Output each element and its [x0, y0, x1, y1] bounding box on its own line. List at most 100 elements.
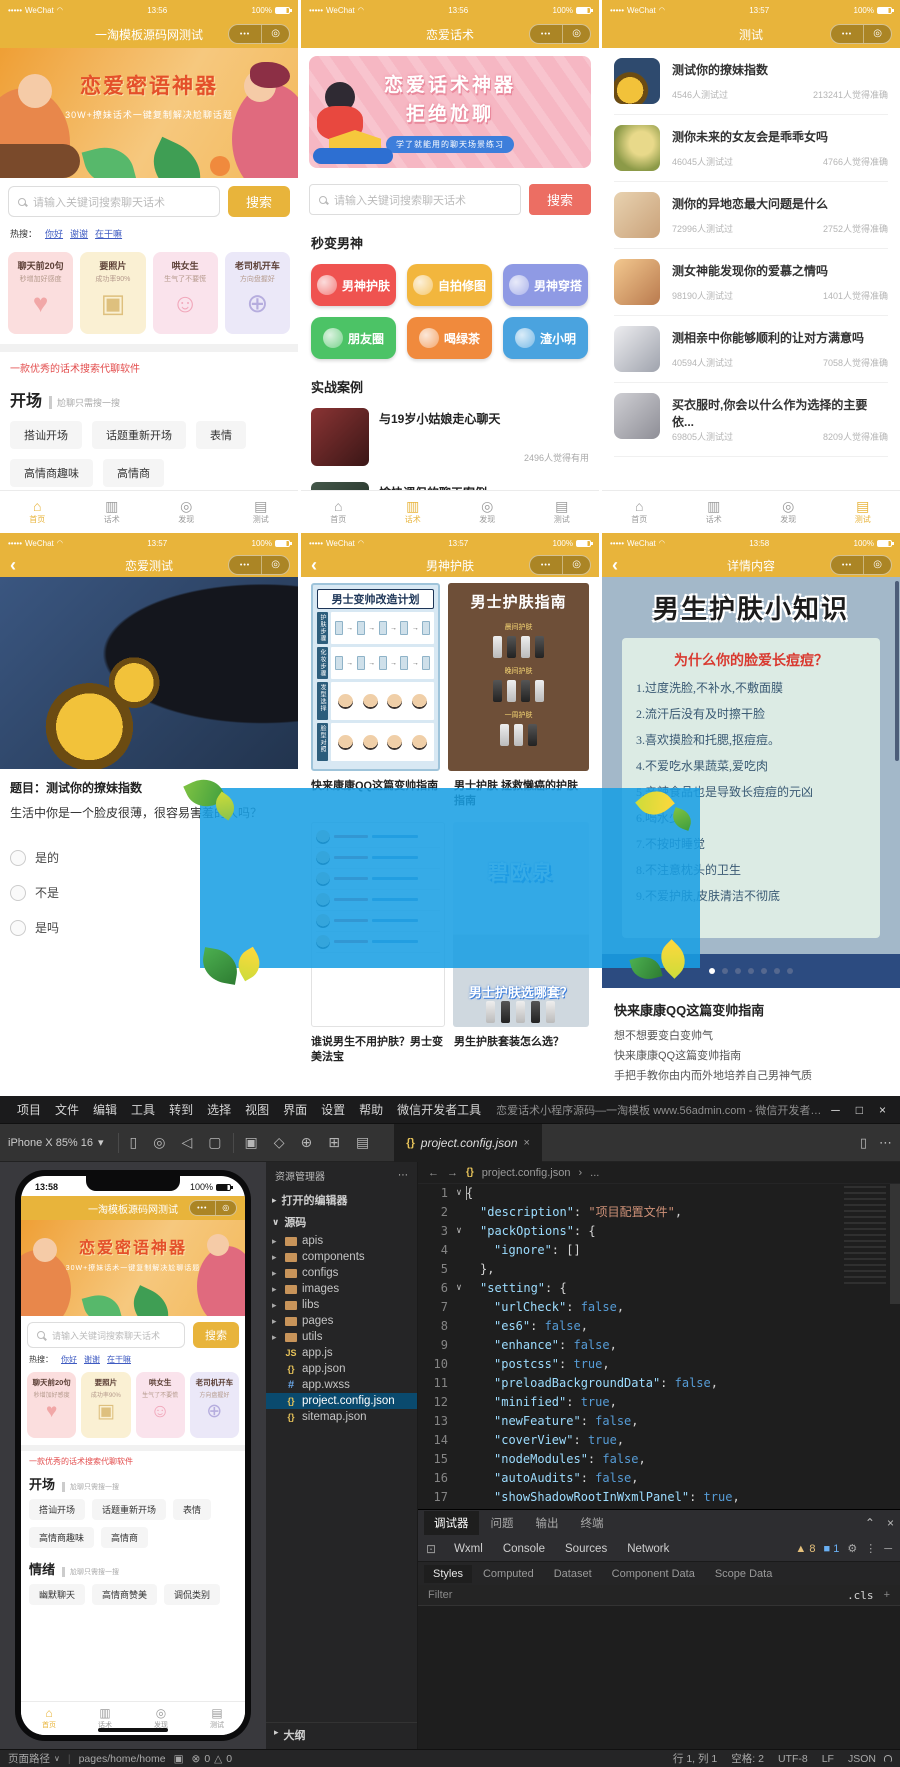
quick-action-button[interactable]: 男神穿搭: [503, 264, 588, 306]
file-tree-item[interactable]: {} sitemap.json: [266, 1409, 417, 1425]
more-icon[interactable]: •••: [190, 1205, 215, 1212]
hero-banner[interactable]: 恋爱密语神器 30W+撩妹话术一键复制解决尬聊话题: [0, 48, 298, 178]
menu-item[interactable]: 选择: [200, 1101, 238, 1118]
back-icon[interactable]: ‹: [311, 555, 317, 576]
tag-pill[interactable]: 幽默聊天: [29, 1584, 86, 1605]
more-options-icon[interactable]: ⋯: [879, 1135, 892, 1151]
miniprogram-capsule[interactable]: ••• ◎: [830, 24, 892, 44]
tabbar-item[interactable]: ▥ 话术: [75, 491, 150, 533]
search-button[interactable]: 搜索: [529, 184, 591, 215]
tag-pill[interactable]: 高情商: [103, 459, 164, 487]
hot-search-link[interactable]: 你好: [61, 1354, 77, 1365]
code-line[interactable]: 13 "newFeature": false,: [418, 1412, 900, 1431]
tabbar-item[interactable]: ▥ 话术: [677, 491, 752, 533]
breadcrumb-file[interactable]: project.config.json: [482, 1167, 571, 1179]
device-selector[interactable]: iPhone X 85% 16 ▾: [8, 1136, 112, 1150]
case-list-item[interactable]: 与19岁小姑娘走心聊天 2496人觉得有用: [301, 400, 599, 474]
statusbar-segment[interactable]: LF: [822, 1753, 834, 1765]
dock-icon[interactable]: ─: [884, 1543, 892, 1555]
inspect-element-icon[interactable]: ⊡: [426, 1542, 442, 1556]
page-path-selector[interactable]: 页面路径 ∨: [8, 1751, 60, 1766]
test-list-item[interactable]: 测你未来的女友会是乖乖女吗 46045人测试过 4766人觉得准确: [614, 115, 888, 182]
category-card[interactable]: 聊天前20句 秒增加好感度 ♥: [27, 1372, 77, 1438]
file-tree-item[interactable]: ▸ configs: [266, 1265, 417, 1281]
minimap[interactable]: [844, 1186, 886, 1286]
add-style-icon[interactable]: +: [884, 1589, 890, 1601]
tabbar-item[interactable]: ◎ 发现: [751, 491, 826, 533]
code-line[interactable]: 8 "es6": false,: [418, 1317, 900, 1336]
menu-item[interactable]: 转到: [162, 1101, 200, 1118]
close-target-icon[interactable]: ◎: [562, 556, 590, 574]
file-tree-item[interactable]: ▸ utils: [266, 1329, 417, 1345]
cls-toggle[interactable]: .cls: [847, 1589, 874, 1602]
copy-icon[interactable]: ▣: [174, 1753, 184, 1765]
code-line[interactable]: 7 "urlCheck": false,: [418, 1298, 900, 1317]
miniprogram-capsule[interactable]: ••• ◎: [228, 555, 290, 575]
quick-action-button[interactable]: 自拍修图: [407, 264, 492, 306]
file-tree-item[interactable]: {} project.config.json: [266, 1393, 417, 1409]
category-card[interactable]: 要照片 成功率90% ▣: [81, 1372, 131, 1438]
details-grid-icon[interactable]: ⊞: [323, 1134, 345, 1151]
tabbar-item[interactable]: ▤ 测试: [189, 1702, 245, 1735]
forward-icon[interactable]: →: [447, 1167, 458, 1179]
inspector-subtab[interactable]: Dataset: [545, 1565, 601, 1583]
quick-action-button[interactable]: 喝绿茶: [407, 317, 492, 359]
menu-item[interactable]: 微信开发者工具: [390, 1101, 488, 1118]
menu-item[interactable]: 帮助: [352, 1101, 390, 1118]
more-options-icon[interactable]: ⋯: [398, 1170, 408, 1181]
code-line[interactable]: 15 "nodeModules": false,: [418, 1450, 900, 1469]
file-tree-item[interactable]: JS app.js: [266, 1345, 417, 1361]
tabbar-item[interactable]: ▤ 测试: [224, 491, 299, 533]
search-input[interactable]: 请输入关键词搜索聊天话术: [309, 184, 521, 215]
file-tree-item[interactable]: {} app.json: [266, 1361, 417, 1377]
code-line[interactable]: 3 ∨ "packOptions": {: [418, 1222, 900, 1241]
carousel-dot[interactable]: [748, 968, 754, 974]
more-icon[interactable]: •••: [530, 31, 562, 38]
tag-pill[interactable]: 话题重新开场: [92, 421, 186, 449]
scrollbar[interactable]: [890, 1184, 900, 1304]
tabbar-item[interactable]: ⌂ 首页: [21, 1702, 77, 1735]
card-caption[interactable]: 男生护肤套装怎么选？: [454, 1035, 589, 1066]
menu-item[interactable]: 编辑: [86, 1101, 124, 1118]
tabbar-item[interactable]: ⌂ 首页: [602, 491, 677, 533]
category-card[interactable]: 哄女生 生气了不要慌 ☺: [135, 1372, 185, 1438]
back-icon[interactable]: ‹: [10, 555, 16, 576]
miniprogram-capsule[interactable]: ••• ◎: [228, 24, 290, 44]
radio-icon[interactable]: [10, 849, 26, 866]
miniprogram-capsule[interactable]: ••• ◎: [830, 555, 892, 575]
carousel-dot[interactable]: [735, 968, 741, 974]
more-icon[interactable]: •••: [229, 562, 261, 569]
test-list-item[interactable]: 买衣服时,你会以什么作为选择的主要依... 69805人测试过 8209人觉得准…: [614, 383, 888, 457]
category-card[interactable]: 老司机开车 方向盘握好 ⊕: [224, 252, 290, 334]
close-target-icon[interactable]: ◎: [261, 556, 289, 574]
more-icon[interactable]: •••: [229, 31, 261, 38]
file-tree-item[interactable]: # app.wxss: [266, 1377, 417, 1393]
carousel-dot[interactable]: [787, 968, 793, 974]
tabbar-item[interactable]: ▤ 测试: [525, 491, 600, 533]
debugger-tab[interactable]: 输出: [526, 1511, 569, 1535]
kebab-menu-icon[interactable]: ⋮: [865, 1542, 876, 1555]
tag-pill[interactable]: 表情: [173, 1499, 212, 1520]
more-icon[interactable]: •••: [831, 562, 863, 569]
devtools-panel-tab[interactable]: Console: [495, 1540, 553, 1558]
menu-item[interactable]: 视图: [238, 1101, 276, 1118]
hot-search-link[interactable]: 你好: [45, 227, 63, 240]
devtools-panel-tab[interactable]: Wxml: [446, 1540, 491, 1558]
upload-icon[interactable]: ▤: [351, 1134, 374, 1151]
page-path-value[interactable]: pages/home/home: [79, 1753, 166, 1765]
debugger-tab[interactable]: 终端: [571, 1511, 614, 1535]
tag-pill[interactable]: 高情商: [101, 1527, 149, 1548]
category-card[interactable]: 哄女生 生气了不要慌 ☺: [152, 252, 218, 334]
inspector-subtab[interactable]: Scope Data: [706, 1565, 781, 1583]
debugger-tab[interactable]: 调试器: [424, 1511, 479, 1535]
tag-pill[interactable]: 调侃类别: [164, 1584, 221, 1605]
category-card[interactable]: 老司机开车 方向盘握好 ⊕: [189, 1372, 239, 1438]
gear-icon[interactable]: ⚙: [847, 1542, 857, 1555]
tabbar-item[interactable]: ▤ 测试: [826, 491, 900, 533]
carousel-dot[interactable]: [709, 968, 715, 974]
test-list-item[interactable]: 测试你的撩妹指数 4546人测试过 213241人觉得准确: [614, 48, 888, 115]
menu-item[interactable]: 项目: [10, 1101, 48, 1118]
hot-search-link[interactable]: 在干嘛: [107, 1354, 131, 1365]
file-tree-item[interactable]: ▸ libs: [266, 1297, 417, 1313]
devtools-panel-tab[interactable]: Network: [619, 1540, 677, 1558]
